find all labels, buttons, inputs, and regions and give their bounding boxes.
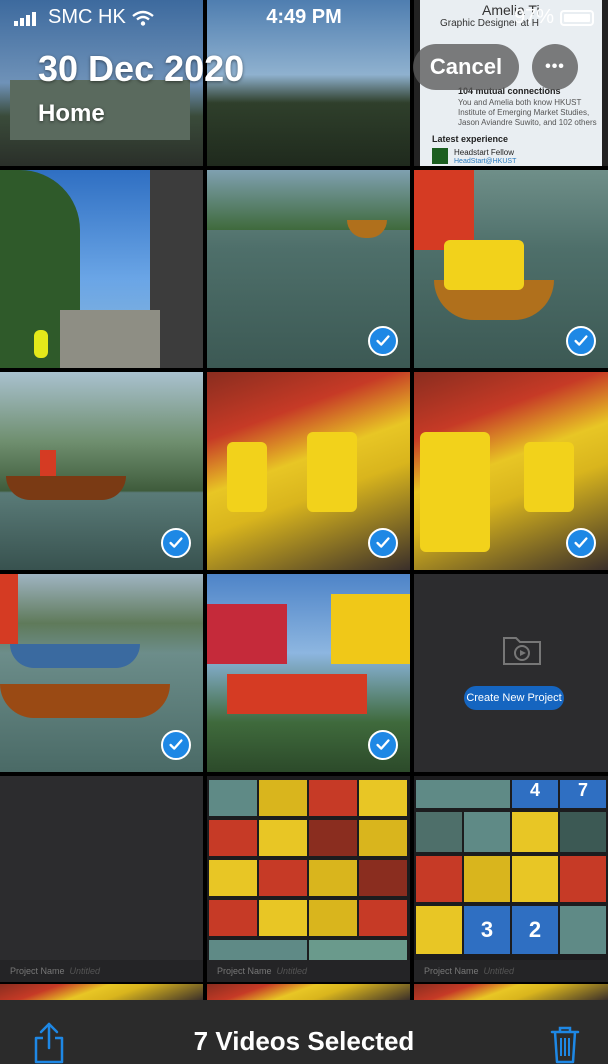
person-shape (227, 442, 267, 512)
video-thumb[interactable] (207, 574, 410, 772)
selected-checkmark-icon[interactable] (161, 730, 191, 760)
ellipsis-icon: ••• (545, 58, 565, 75)
person-shape (524, 442, 574, 512)
section-date: 30 Dec 2020 (38, 48, 245, 89)
project-name-label: Project Name (10, 966, 65, 976)
project-name-value: Untitled (276, 966, 308, 976)
project-footer: Project Name Untitled (207, 960, 410, 982)
photo-thumb[interactable] (0, 984, 203, 1000)
flag-shape (227, 674, 367, 714)
selected-checkmark-icon[interactable] (368, 730, 398, 760)
create-new-project-button[interactable]: Create New Project (464, 686, 564, 710)
create-project-tile[interactable]: Create New Project (414, 574, 608, 772)
experience-title: Latest experience (432, 134, 509, 144)
experience-role: Headstart Fellow (454, 148, 515, 157)
project-tile[interactable]: Project Name Untitled (207, 776, 410, 982)
flag-shape (414, 170, 474, 250)
video-thumb[interactable] (0, 372, 203, 570)
selection-count: 7 Videos Selected (193, 1026, 415, 1056)
project-name-value: Untitled (69, 966, 101, 976)
path-shape (60, 310, 160, 368)
selected-checkmark-icon[interactable] (368, 528, 398, 558)
mosaic-number: 7 (560, 780, 606, 808)
project-footer: Project Name Untitled (414, 960, 608, 982)
flag-shape (207, 604, 287, 664)
boat-shape (10, 644, 140, 668)
cancel-button[interactable]: Cancel (413, 44, 519, 90)
mutual-desc: You and Amelia both know HKUST Institute… (458, 98, 597, 127)
photo-thumb[interactable] (207, 984, 410, 1000)
project-name-label: Project Name (424, 966, 479, 976)
boat-shape (0, 684, 170, 718)
selected-checkmark-icon[interactable] (161, 528, 191, 558)
boat-shape (6, 476, 126, 500)
crew-shape (444, 240, 524, 290)
status-right: 97% (514, 6, 594, 29)
project-name-label: Project Name (217, 966, 272, 976)
folder-video-icon (503, 637, 541, 665)
project-tile[interactable]: 4 7 3 2 Project Name Untitled (414, 776, 608, 982)
flag-shape (331, 594, 410, 664)
project-name-value: Untitled (483, 966, 515, 976)
project-footer: Project Name Untitled (0, 960, 203, 982)
photo-grid: Amelia Ti Graphic Designer at H 104 mutu… (0, 0, 608, 1000)
flag-shape (40, 450, 56, 476)
video-thumb[interactable] (414, 170, 608, 368)
project-tile[interactable]: Project Name Untitled (0, 776, 203, 982)
video-thumb[interactable] (0, 574, 203, 772)
section-location: Home (38, 100, 105, 127)
bottom-toolbar: 7 Videos Selected (0, 1000, 608, 1064)
person-shape (34, 330, 48, 358)
selected-checkmark-icon[interactable] (566, 528, 596, 558)
selected-checkmark-icon[interactable] (566, 326, 596, 356)
org-logo-icon (432, 148, 448, 164)
mosaic-number: 4 (512, 780, 558, 808)
video-thumb[interactable] (414, 372, 608, 570)
photo-thumb[interactable] (0, 170, 203, 368)
person-shape (420, 432, 490, 552)
mosaic-number: 3 (464, 906, 510, 954)
mosaic-number: 2 (512, 906, 558, 954)
selected-checkmark-icon[interactable] (368, 326, 398, 356)
flag-shape (0, 574, 18, 644)
experience-org: HeadStart@HKUST (454, 158, 517, 165)
video-thumb[interactable] (207, 170, 410, 368)
person-shape (307, 432, 357, 512)
boat-shape (347, 220, 387, 238)
video-thumb[interactable] (207, 372, 410, 570)
trash-icon[interactable] (548, 1020, 582, 1064)
status-bar: SMC HK 4:49 PM 97% (0, 0, 608, 34)
battery-percent: 97% (513, 6, 554, 28)
battery-icon (560, 9, 594, 26)
photo-thumb[interactable] (414, 984, 608, 1000)
more-button[interactable]: ••• (532, 44, 578, 90)
